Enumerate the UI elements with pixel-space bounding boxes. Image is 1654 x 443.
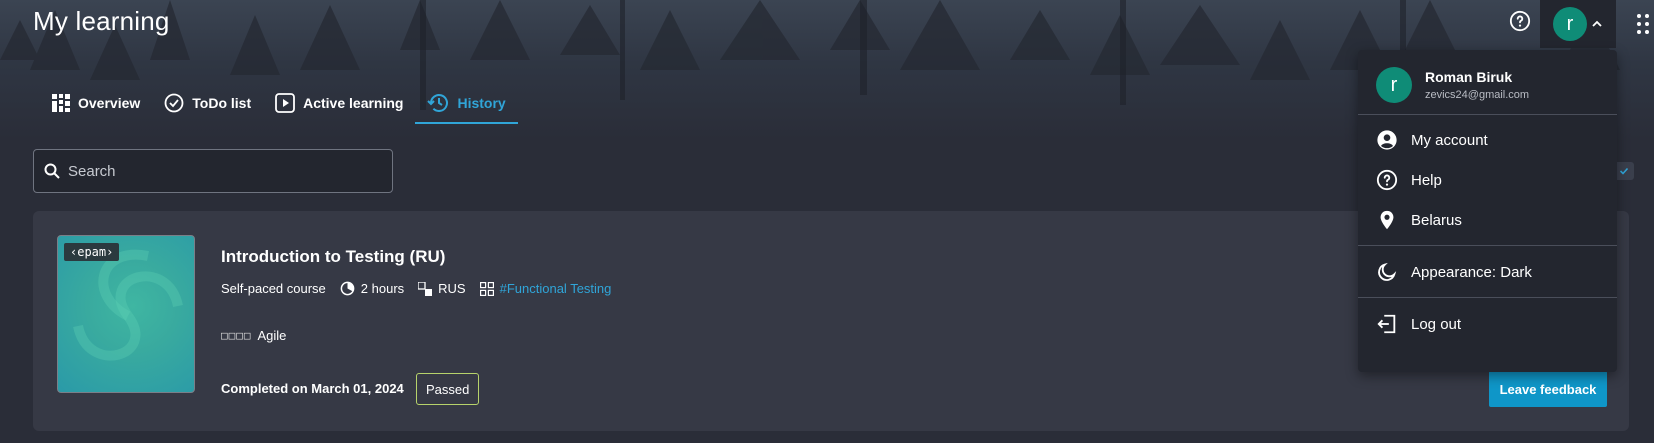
menu-item-label: Log out (1411, 315, 1462, 333)
search-box (33, 149, 393, 193)
skill-label: Agile (257, 328, 287, 343)
help-circle-icon (1509, 10, 1531, 32)
play-square-icon (275, 93, 296, 113)
apps-menu-button[interactable] (1634, 12, 1654, 36)
logout-icon (1377, 314, 1396, 334)
translate-icon (418, 281, 433, 296)
check-circle-icon (164, 93, 184, 113)
user-menu-toggle[interactable]: r (1540, 0, 1616, 48)
duration-label: 2 hours (360, 281, 405, 296)
header-help-button[interactable] (1507, 8, 1533, 34)
divider (1358, 297, 1617, 298)
dropdown-user-info: r Roman Biruk zevics24@gmail.com (1376, 67, 1529, 103)
select-checkbox[interactable] (1614, 162, 1634, 180)
menu-item-label: Appearance: Dark (1411, 263, 1532, 281)
moon-icon (1378, 262, 1397, 281)
menu-item-help[interactable]: Help (1376, 165, 1606, 195)
tab-active-learning[interactable]: Active learning (263, 82, 415, 124)
page-title: My learning (33, 6, 170, 36)
location-pin-icon (1380, 210, 1394, 230)
course-thumbnail[interactable]: ‹epam› (57, 235, 195, 393)
leave-feedback-button[interactable]: Leave feedback (1489, 371, 1607, 407)
tab-label: History (457, 95, 506, 111)
user-email: zevics24@gmail.com (1425, 89, 1530, 101)
menu-item-label: My account (1411, 131, 1488, 149)
course-duration: 2 hours (340, 281, 404, 296)
user-circle-icon (1377, 130, 1397, 150)
chevron-up-icon (1592, 20, 1602, 27)
clock-icon (340, 281, 355, 296)
search-icon (44, 163, 60, 179)
tab-label: Active learning (303, 95, 404, 111)
menu-item-label: Belarus (1411, 211, 1462, 229)
avatar: r (1376, 67, 1412, 103)
search-input[interactable] (68, 162, 368, 180)
tab-history[interactable]: History (415, 82, 518, 124)
divider (1358, 245, 1617, 246)
grid-icon (52, 94, 70, 112)
menu-item-logout[interactable]: Log out (1376, 309, 1606, 339)
course-tag[interactable]: #Functional Testing (479, 281, 612, 296)
skills-glyphs: □□□□ (221, 329, 252, 342)
tag-link[interactable]: #Functional Testing (500, 281, 612, 296)
tab-label: Overview (78, 95, 141, 111)
history-icon (427, 94, 449, 112)
check-icon (1619, 167, 1629, 175)
language-label: RUS (438, 281, 466, 296)
course-skills: □□□□ Agile (221, 328, 286, 343)
user-name: Roman Biruk (1425, 69, 1513, 85)
menu-item-appearance[interactable]: Appearance: Dark (1376, 257, 1606, 287)
epam-logo: ‹epam› (64, 243, 120, 261)
learning-tabs: Overview ToDo list Active learning Histo… (40, 82, 518, 124)
tab-todo-list[interactable]: ToDo list (152, 82, 263, 124)
help-circle-icon (1376, 169, 1398, 191)
tab-label: ToDo list (192, 95, 252, 111)
completion-date: Completed on March 01, 2024 (221, 381, 404, 396)
user-dropdown-menu: r Roman Biruk zevics24@gmail.com My acco… (1358, 50, 1617, 372)
course-type: Self-paced course (221, 281, 326, 296)
menu-item-label: Help (1411, 171, 1442, 189)
apps-grid-icon (1637, 14, 1649, 34)
course-title[interactable]: Introduction to Testing (RU) (221, 247, 445, 267)
menu-item-location[interactable]: Belarus (1376, 205, 1606, 235)
category-grid-icon (479, 281, 494, 296)
divider (1358, 114, 1617, 115)
menu-item-my-account[interactable]: My account (1376, 125, 1606, 155)
tab-overview[interactable]: Overview (40, 82, 152, 124)
avatar: r (1553, 7, 1587, 41)
course-type-label: Self-paced course (221, 281, 326, 296)
course-meta: Self-paced course 2 hours RUS #Functiona… (221, 281, 625, 296)
status-badge: Passed (416, 373, 480, 405)
course-language: RUS (418, 281, 466, 296)
